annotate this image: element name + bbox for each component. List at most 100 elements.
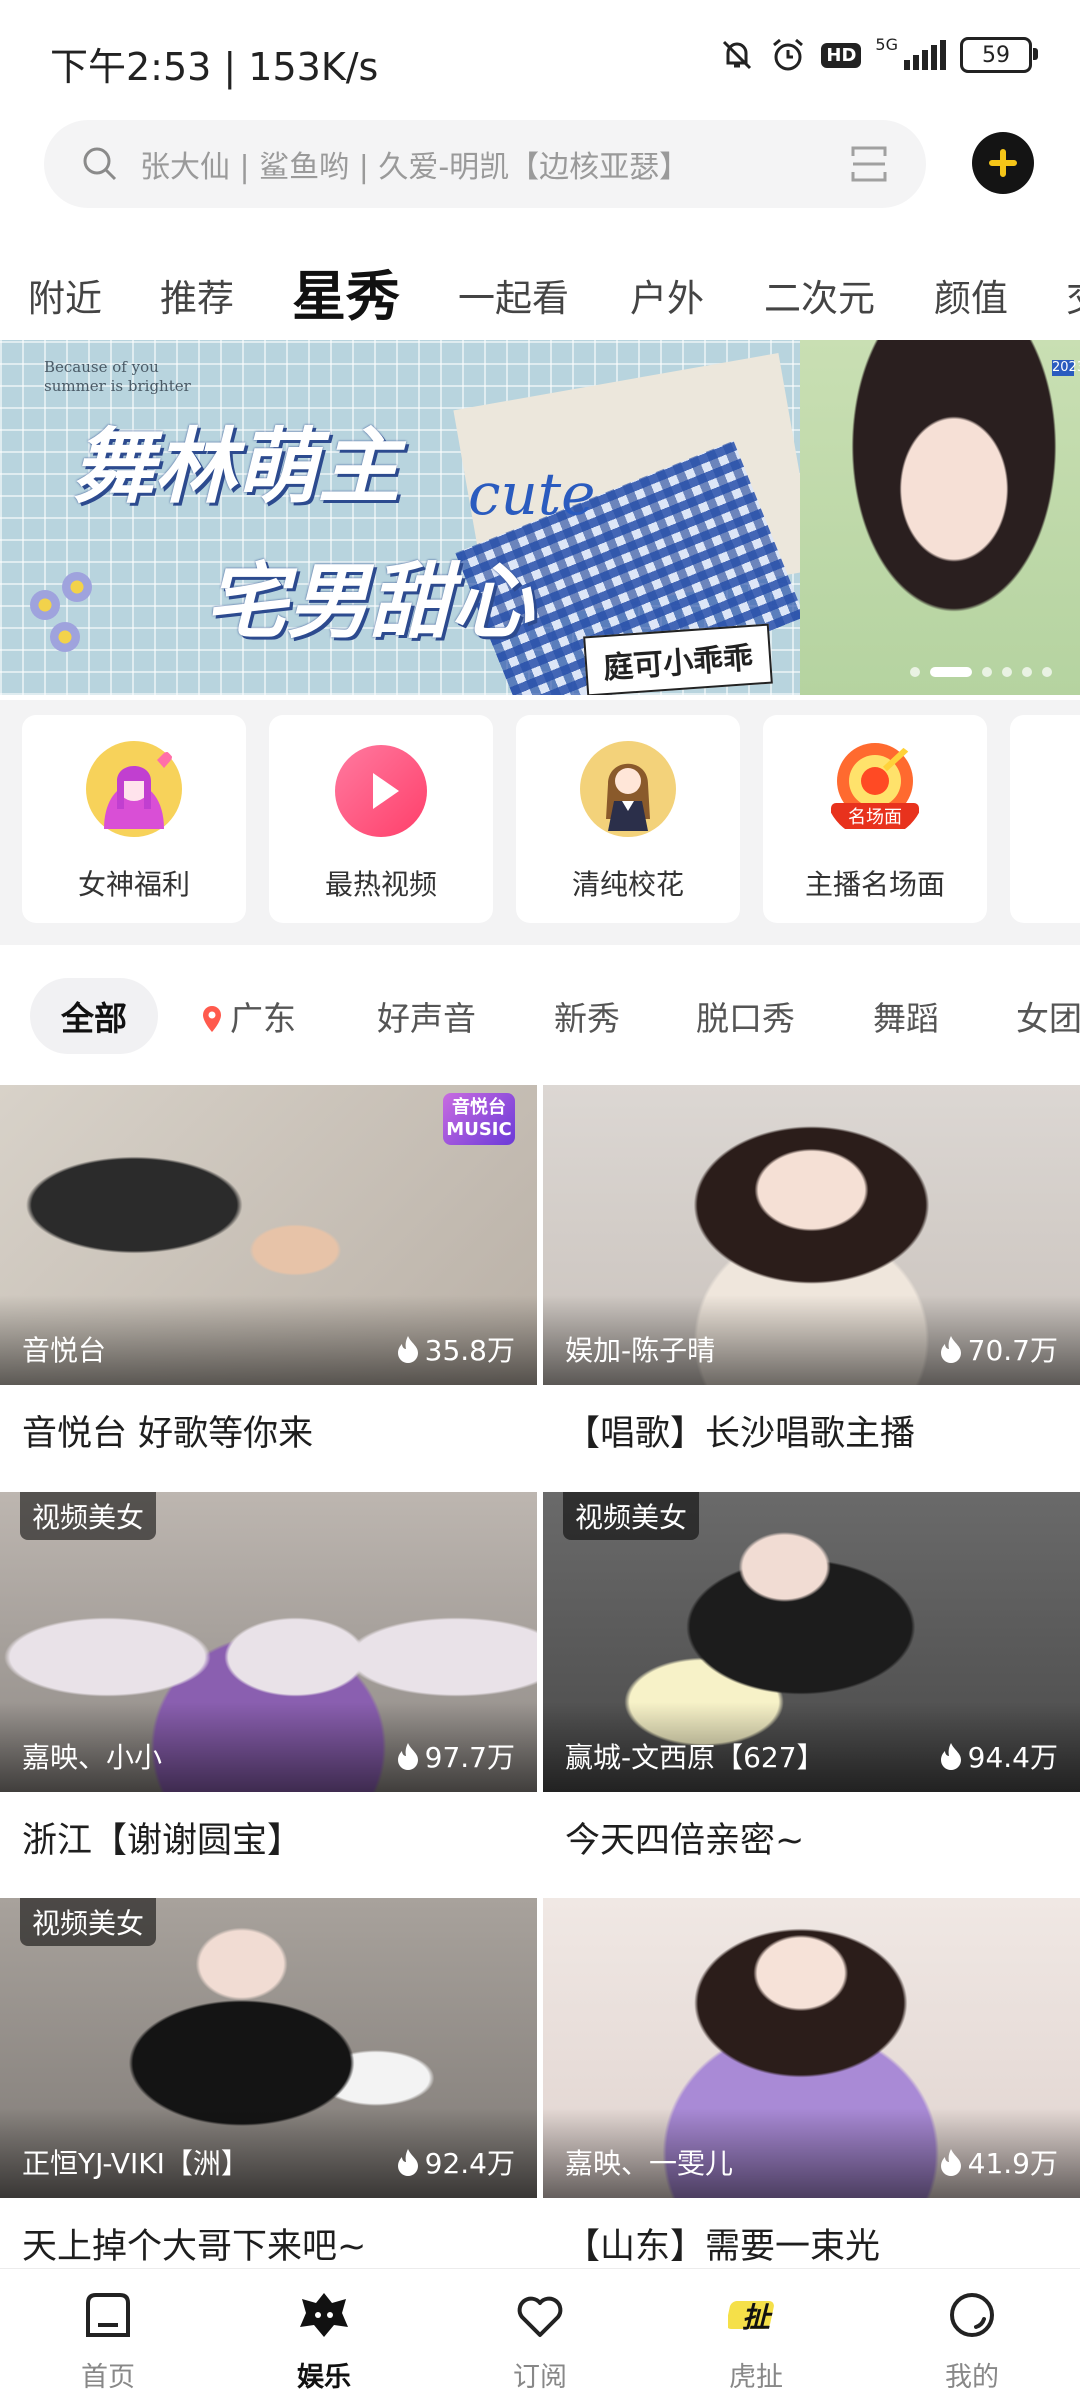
category-tag: 视频美女	[20, 1898, 157, 1946]
live-thumbnail: 嘉映、一雯儿 41.9万	[543, 1898, 1080, 2198]
school-girl-avatar-icon	[580, 741, 676, 837]
popularity: 41.9万	[940, 2142, 1058, 2182]
svg-text:扯: 扯	[742, 2301, 773, 2334]
popularity-value: 35.8万	[424, 1334, 515, 1367]
nav-subscribe[interactable]: 订阅	[432, 2269, 648, 2401]
location-pin-icon	[203, 1006, 221, 1032]
popularity-value: 97.7万	[424, 1741, 515, 1774]
quick-entries: 女神福利 最热视频 清纯校花 名场面 主播名场面	[0, 700, 1080, 945]
chip-newcomer[interactable]: 新秀	[554, 992, 620, 1040]
home-icon	[86, 2293, 130, 2337]
popularity-value: 70.7万	[967, 1334, 1058, 1367]
banner-host-photo	[800, 340, 1080, 695]
add-button[interactable]	[972, 132, 1034, 194]
tab-watch-together[interactable]: 一起看	[458, 268, 569, 322]
live-thumbnail: 视频美女 赢城-文西原【627】 94.4万	[543, 1492, 1080, 1792]
live-card[interactable]: 视频美女 赢城-文西原【627】 94.4万 今天四倍亲密~	[543, 1492, 1080, 1872]
status-icons: HD 5G 59	[719, 35, 1038, 74]
chip-dance[interactable]: 舞蹈	[873, 992, 939, 1040]
hd-badge: HD	[821, 42, 862, 68]
chip-guangdong[interactable]: 广东	[200, 992, 296, 1040]
yinyuetai-logo: 音悦台 MUSIC	[443, 1093, 515, 1145]
nav-entertainment[interactable]: 娱乐	[216, 2269, 432, 2401]
nav-huche[interactable]: 扯 虎扯	[648, 2269, 864, 2401]
banner-title-line2: 宅男甜心	[205, 555, 533, 650]
chip-talk-show[interactable]: 脱口秀	[696, 992, 795, 1040]
svg-text:名场面: 名场面	[848, 807, 902, 828]
flower-decoration	[62, 572, 92, 602]
popularity-value: 41.9万	[967, 2147, 1058, 2180]
quick-entry-famous-scenes[interactable]: 名场面 主播名场面	[763, 715, 987, 923]
huche-icon: 扯	[728, 2301, 774, 2334]
live-title: 天上掉个大哥下来吧~	[22, 2227, 367, 2267]
live-title: 音悦台 好歌等你来	[22, 1414, 314, 1454]
live-card[interactable]: 嘉映、一雯儿 41.9万 【山东】需要一束光	[543, 1898, 1080, 2268]
tab-looks[interactable]: 颜值	[934, 268, 1008, 322]
tab-xingxiu[interactable]: 星秀	[292, 252, 400, 330]
search-icon	[83, 147, 117, 181]
alarm-icon	[773, 38, 804, 71]
quick-entry-label: 清纯校花	[571, 868, 684, 901]
flame-icon	[397, 1743, 418, 1770]
live-thumbnail: 音悦台 MUSIC 音悦台 35.8万	[0, 1085, 537, 1385]
goddess-avatar-icon	[86, 741, 182, 837]
tab-anime[interactable]: 二次元	[764, 268, 875, 322]
quick-entry-school-girl[interactable]: 清纯校花	[516, 715, 740, 923]
nav-label: 虎扯	[729, 2362, 783, 2393]
tab-nearby[interactable]: 附近	[28, 268, 102, 322]
quick-entry-hot-videos[interactable]: 最热视频	[269, 715, 493, 923]
popularity: 92.4万	[397, 2142, 515, 2182]
nav-profile[interactable]: 我的	[864, 2269, 1080, 2401]
flower-decoration	[30, 590, 60, 620]
mute-bell-icon	[723, 40, 752, 70]
tab-recommend[interactable]: 推荐	[160, 268, 234, 322]
status-bar: 下午2:53 | 153K/s HD 5G 59	[0, 0, 1080, 110]
battery-icon: 59	[960, 37, 1038, 73]
flame-icon	[397, 2149, 418, 2176]
quick-entry-label: 女神福利	[77, 868, 190, 901]
profile-icon	[950, 2293, 994, 2337]
anchor-name: 正恒YJ-VIKI【洲】	[22, 2147, 249, 2180]
search-row: 张大仙 | 鲨鱼哟 | 久爱-明凯【边核亚瑟】	[0, 120, 1080, 208]
quick-entry-goddess[interactable]: 女神福利	[22, 715, 246, 923]
live-thumbnail: 娱加-陈子晴 70.7万	[543, 1085, 1080, 1385]
banner-year: 2023	[1052, 360, 1080, 376]
banner-subtitle-line2: summer is brighter	[44, 377, 191, 395]
chip-girl-group[interactable]: 女团	[1016, 992, 1080, 1040]
top-tabs: 附近 推荐 星秀 一起看 户外 二次元 颜值 交	[0, 250, 1080, 330]
anchor-name: 嘉映、一雯儿	[565, 2147, 734, 2180]
flame-icon	[940, 1336, 961, 1363]
chip-all[interactable]: 全部	[30, 978, 158, 1054]
popularity: 70.7万	[940, 1329, 1058, 1369]
banner-dot	[1022, 667, 1032, 677]
tab-more[interactable]: 交	[1066, 268, 1080, 322]
nav-home[interactable]: 首页	[0, 2269, 216, 2401]
category-tag: 视频美女	[563, 1492, 700, 1540]
popularity-value: 94.4万	[967, 1741, 1058, 1774]
chip-good-voice[interactable]: 好声音	[377, 992, 476, 1040]
banner-dot	[910, 667, 920, 677]
search-input[interactable]: 张大仙 | 鲨鱼哟 | 久爱-明凯【边核亚瑟】	[44, 120, 926, 208]
flower-decoration	[50, 622, 80, 652]
nav-label: 订阅	[513, 2362, 567, 2393]
live-card[interactable]: 娱加-陈子晴 70.7万 【唱歌】长沙唱歌主播	[543, 1085, 1080, 1465]
banner-cute-word: cute	[468, 460, 596, 528]
category-tag: 视频美女	[20, 1492, 157, 1540]
nav-label: 我的	[945, 2362, 999, 2393]
live-card[interactable]: 视频美女 正恒YJ-VIKI【洲】 92.4万 天上掉个大哥下来吧~	[0, 1898, 537, 2268]
popularity: 35.8万	[397, 1329, 515, 1369]
scan-icon[interactable]	[850, 144, 888, 184]
quick-entry-partial[interactable]	[1010, 715, 1080, 923]
network-type: 5G	[875, 35, 898, 54]
signal-icon	[904, 40, 946, 70]
quick-entry-label: 主播名场面	[804, 868, 945, 901]
promo-banner[interactable]: Because of you summer is brighter 舞林萌主 c…	[0, 340, 1080, 695]
nav-label: 首页	[81, 2362, 135, 2393]
tab-outdoor[interactable]: 户外	[630, 268, 704, 322]
search-placeholder: 张大仙 | 鲨鱼哟 | 久爱-明凯【边核亚瑟】	[140, 150, 690, 185]
live-card[interactable]: 视频美女 嘉映、小小 97.7万 浙江【谢谢圆宝】	[0, 1492, 537, 1872]
banner-dot-active	[930, 667, 972, 677]
live-thumbnail: 视频美女 嘉映、小小 97.7万	[0, 1492, 537, 1792]
live-card[interactable]: 音悦台 MUSIC 音悦台 35.8万 音悦台 好歌等你来	[0, 1085, 537, 1465]
banner-pagination	[910, 667, 1052, 677]
